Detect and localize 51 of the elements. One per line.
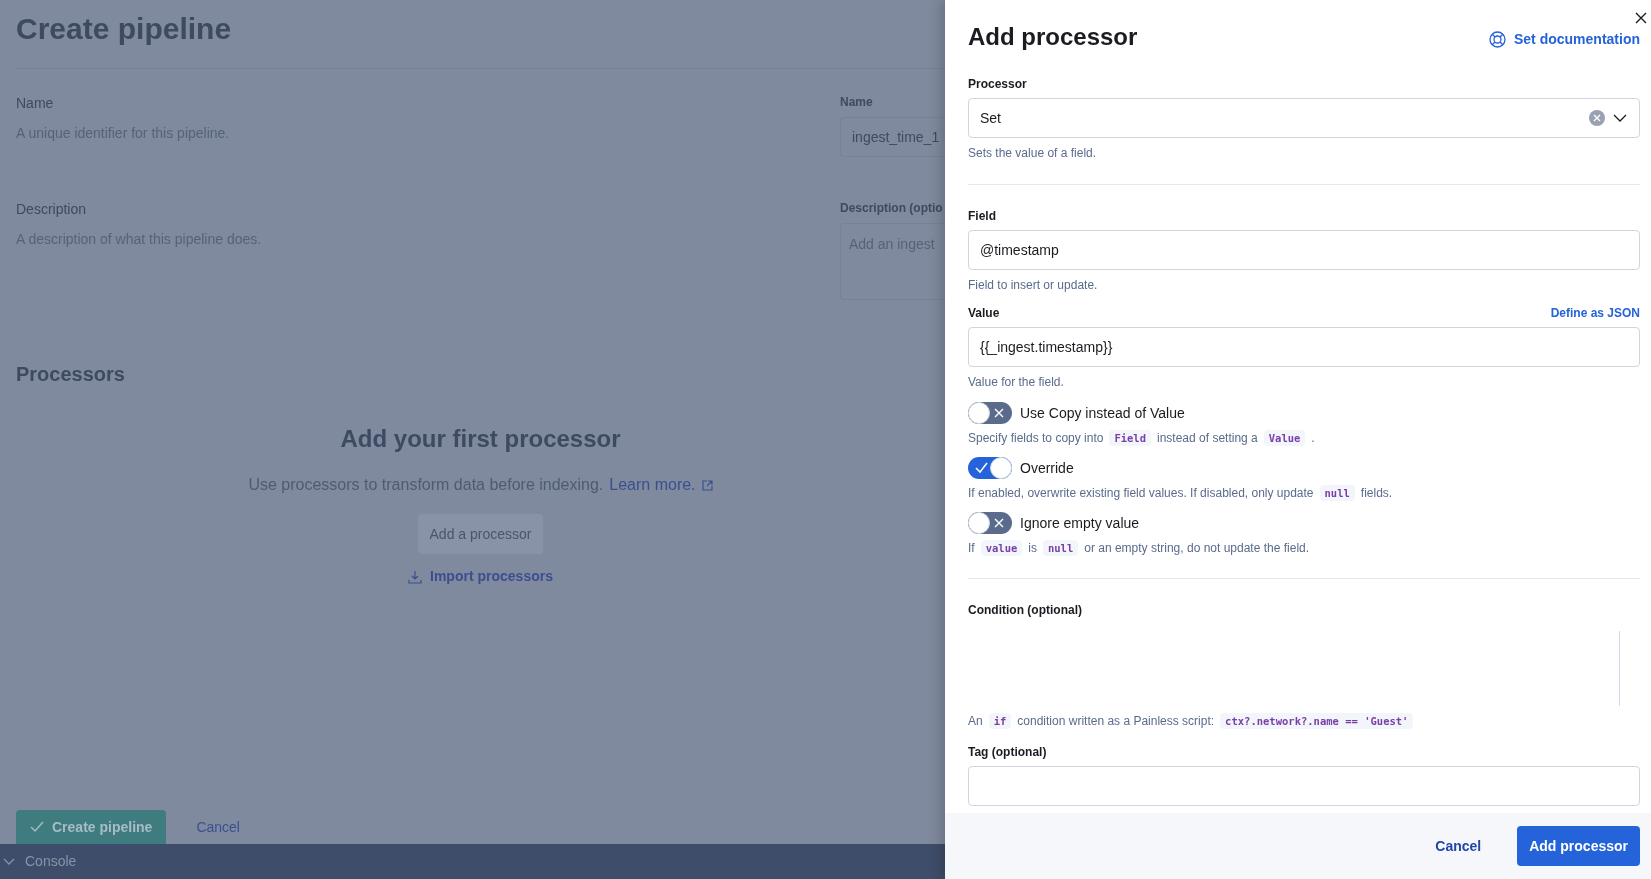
help-text: An if condition written as a Painless script: ctx?.network?.name == 'Guest' <box>968 713 1640 729</box>
field-label: Processor <box>968 76 1028 93</box>
toggle-label: Ignore empty value <box>1020 513 1140 533</box>
field-label: Description (optio <box>840 200 944 217</box>
toggle-label: Override <box>1020 458 1074 478</box>
toggle-switch[interactable] <box>968 402 1012 424</box>
field-label: Field <box>968 208 997 225</box>
field-label: Tag (optional) <box>968 744 1048 761</box>
cancel-link[interactable]: Cancel <box>1423 835 1494 857</box>
console-bar[interactable]: Console <box>0 844 945 879</box>
help-text: Value for the field. <box>968 374 1065 391</box>
chevron-down-icon <box>3 857 15 866</box>
close-button[interactable] <box>1633 10 1649 26</box>
processor-select[interactable]: Set <box>968 98 1640 138</box>
cancel-link[interactable]: Cancel <box>196 816 240 838</box>
tag-input[interactable] <box>968 766 1640 806</box>
cross-icon <box>994 518 1004 528</box>
chevron-down-icon <box>1613 113 1627 123</box>
field-label: Name <box>840 94 874 111</box>
check-icon <box>975 462 988 474</box>
toggle-label: Use Copy instead of Value <box>1020 403 1185 423</box>
flyout-title: Add processor <box>968 22 1138 52</box>
learn-more-link[interactable]: Learn more. <box>609 473 696 497</box>
clear-icon[interactable] <box>1589 110 1605 126</box>
external-link-icon <box>701 479 713 491</box>
create-pipeline-button[interactable]: Create pipeline <box>16 810 167 844</box>
empty-state-title: Add your first processor <box>340 424 621 454</box>
define-json-link[interactable]: Define as JSON <box>1550 304 1640 322</box>
field-input[interactable]: @timestamp <box>968 230 1640 270</box>
section-title: Name <box>16 94 55 113</box>
add-processor-button[interactable]: Add processor <box>1517 826 1640 866</box>
import-processors-link[interactable]: Import processors <box>430 566 553 587</box>
help-text: If value is null or an empty string, do not update the field. <box>968 540 1311 556</box>
check-icon <box>30 821 44 833</box>
console-label: Console <box>25 852 77 871</box>
help-text: Specify fields to copy into Field instead of setting a Value . <box>968 430 1316 446</box>
cross-icon <box>994 408 1004 418</box>
help-text: If enabled, overwrite existing field values. If disabled, only update null fields. <box>968 485 1394 501</box>
toggle-switch[interactable] <box>968 512 1012 534</box>
documentation-link[interactable]: Set documentation <box>1514 28 1640 50</box>
field-label: Value <box>968 305 1000 322</box>
help-text: Sets the value of a field. <box>968 145 1098 162</box>
lifebuoy-icon <box>1489 30 1506 48</box>
page-title: Create pipeline <box>16 11 233 47</box>
download-icon <box>408 569 423 584</box>
help-text: Field to insert or update. <box>968 277 1099 294</box>
toggle-switch[interactable] <box>968 457 1012 479</box>
value-input[interactable]: {{_ingest.timestamp}} <box>968 327 1640 367</box>
field-label: Condition (optional) <box>968 602 1083 619</box>
section-title: Description <box>16 200 88 219</box>
section-heading: Processors <box>16 362 126 387</box>
